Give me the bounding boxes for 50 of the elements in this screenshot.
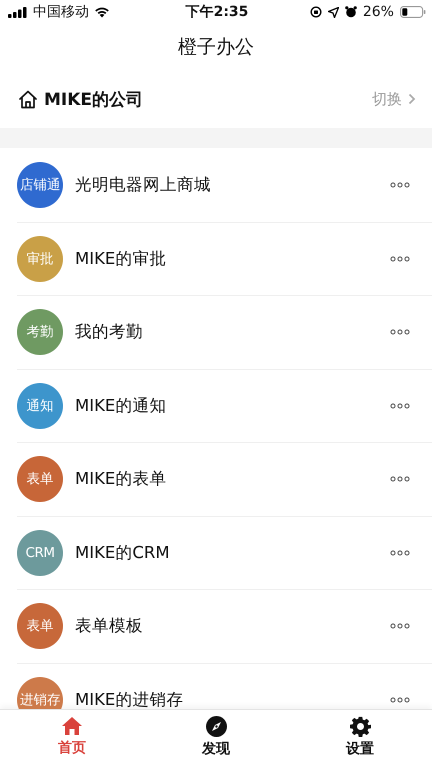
app-avatar: 审批 (17, 236, 63, 282)
signal-icon (8, 6, 28, 18)
app-avatar: 进销存 (17, 676, 63, 709)
app-avatar: 店铺通 (17, 162, 63, 208)
status-time: 下午2:35 (186, 3, 248, 21)
app-list-item[interactable]: 审批 MIKE的审批 (17, 222, 432, 295)
more-icon[interactable] (390, 182, 410, 188)
app-name: 我的考勤 (75, 321, 144, 344)
more-icon[interactable] (390, 329, 410, 336)
home-icon (61, 716, 83, 736)
wifi-icon (94, 6, 110, 18)
company-name: MIKE的公司 (44, 88, 144, 110)
rotation-lock-icon (310, 6, 322, 18)
app-name: MIKE的通知 (75, 394, 168, 417)
battery-icon (400, 6, 426, 18)
carrier-name: 中国移动 (33, 3, 89, 21)
app-name: 光明电器网上商城 (75, 174, 212, 196)
app-name: MIKE的CRM (75, 542, 171, 564)
tab-item[interactable]: 设置 (288, 710, 432, 768)
app-list-item[interactable]: 表单 表单模板 (17, 589, 432, 662)
more-icon[interactable] (390, 402, 410, 409)
more-icon[interactable] (390, 623, 410, 630)
more-icon[interactable] (390, 550, 410, 556)
home-icon (18, 90, 38, 108)
app-avatar: CRM (17, 530, 63, 576)
app-name: 表单模板 (75, 615, 144, 638)
app-list-item[interactable]: 店铺通 光明电器网上商城 (0, 148, 432, 222)
app-avatar: 表单 (17, 456, 63, 502)
app-list-item[interactable]: 表单 MIKE的表单 (17, 442, 432, 516)
more-icon[interactable] (390, 476, 410, 482)
app-list-item[interactable]: 通知 MIKE的通知 (17, 368, 432, 442)
page-title: 橙子办公 (178, 35, 254, 60)
location-icon (328, 6, 339, 18)
chevron-right-icon (408, 93, 416, 105)
app-avatar: 通知 (17, 382, 63, 429)
app-avatar: 表单 (17, 603, 63, 650)
more-icon[interactable] (390, 256, 410, 262)
compass-icon (206, 716, 226, 737)
app-name: MIKE的表单 (75, 468, 168, 490)
app-list-item[interactable]: CRM MIKE的CRM (17, 516, 432, 589)
settings-icon (350, 716, 370, 737)
alarm-icon (344, 6, 357, 18)
app-name: MIKE的审批 (75, 248, 168, 270)
app-list-item[interactable]: 考勤 我的考勤 (17, 295, 432, 368)
battery-percent: 26% (362, 4, 394, 20)
app-name: MIKE的进销存 (75, 688, 184, 709)
more-icon[interactable] (390, 696, 410, 703)
tab-item[interactable]: 发现 (144, 710, 288, 768)
tab-item[interactable]: 首页 (0, 710, 144, 768)
app-avatar: 考勤 (17, 309, 63, 356)
